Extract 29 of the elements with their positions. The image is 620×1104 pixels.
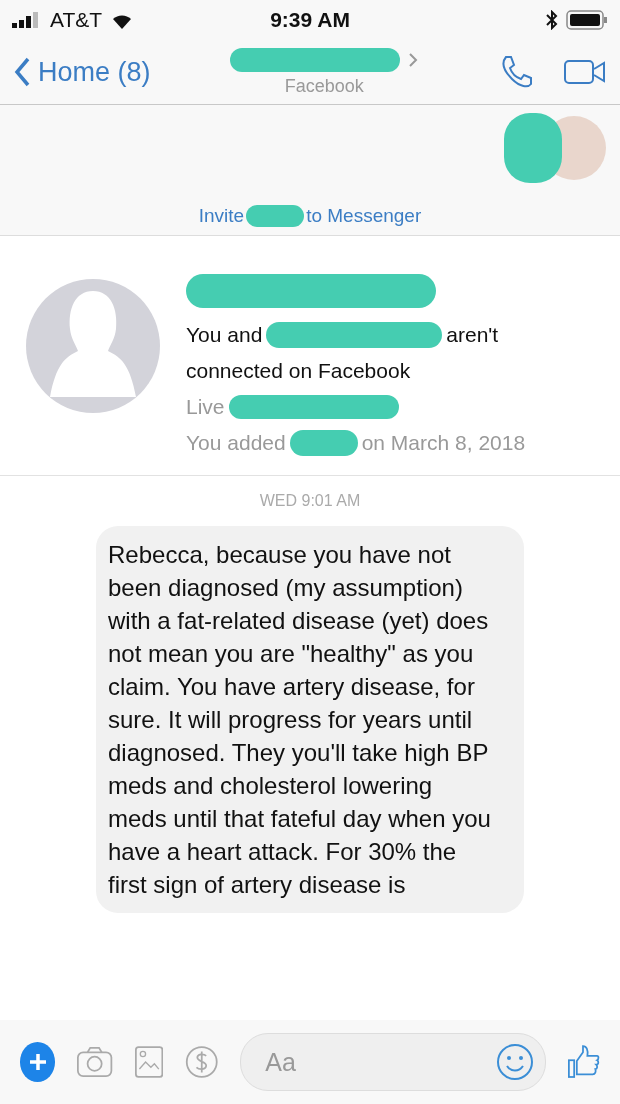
dollar-icon[interactable] xyxy=(184,1043,219,1081)
battery-icon xyxy=(566,10,608,30)
added-text: You added xyxy=(186,431,286,455)
message-bubble: Rebecca, because you have not been diagnosed (my assumption) with a fat-related disease (yet) does not mean you are "healthy" as you claim. You have artery disease, for sure. It will progress for years until diagnosed. They you'll take high BP meds and cholesterol lowering meds until that fateful day when you have a heart attack. For 30% the first sign of artery disease is xyxy=(96,526,524,913)
chat-subtitle: Facebook xyxy=(284,75,364,97)
connection-text: connected on Facebook xyxy=(186,359,411,383)
chevron-icon xyxy=(408,51,419,68)
back-link[interactable]: Home (8) xyxy=(14,56,151,88)
redaction-mark xyxy=(289,430,358,456)
connection-text: aren't xyxy=(446,323,499,347)
invite-link[interactable]: Invite xyxy=(198,205,245,227)
camera-icon[interactable] xyxy=(77,1045,113,1079)
carrier-name: AT&T xyxy=(50,8,103,32)
image-icon[interactable] xyxy=(134,1044,163,1080)
redaction-mark xyxy=(246,205,305,227)
clock: 9:39 AM xyxy=(270,8,350,32)
bluetooth-icon xyxy=(546,10,558,30)
back-chevron-icon[interactable] xyxy=(14,57,30,87)
video-camera-icon[interactable] xyxy=(564,58,606,86)
smiley-icon[interactable] xyxy=(496,1043,535,1081)
invite-link[interactable]: to Messenger xyxy=(306,205,422,227)
add-button[interactable] xyxy=(20,1042,56,1082)
timestamp: WED 9:01 AM xyxy=(258,491,362,511)
added-text: on March 8, 2018 xyxy=(361,431,526,455)
lives-text: Live xyxy=(186,395,225,419)
connection-text: You and xyxy=(186,323,263,347)
redaction-mark xyxy=(504,113,562,183)
thumbs-up-icon[interactable] xyxy=(568,1043,600,1081)
message-input[interactable]: Aa xyxy=(240,1033,547,1091)
